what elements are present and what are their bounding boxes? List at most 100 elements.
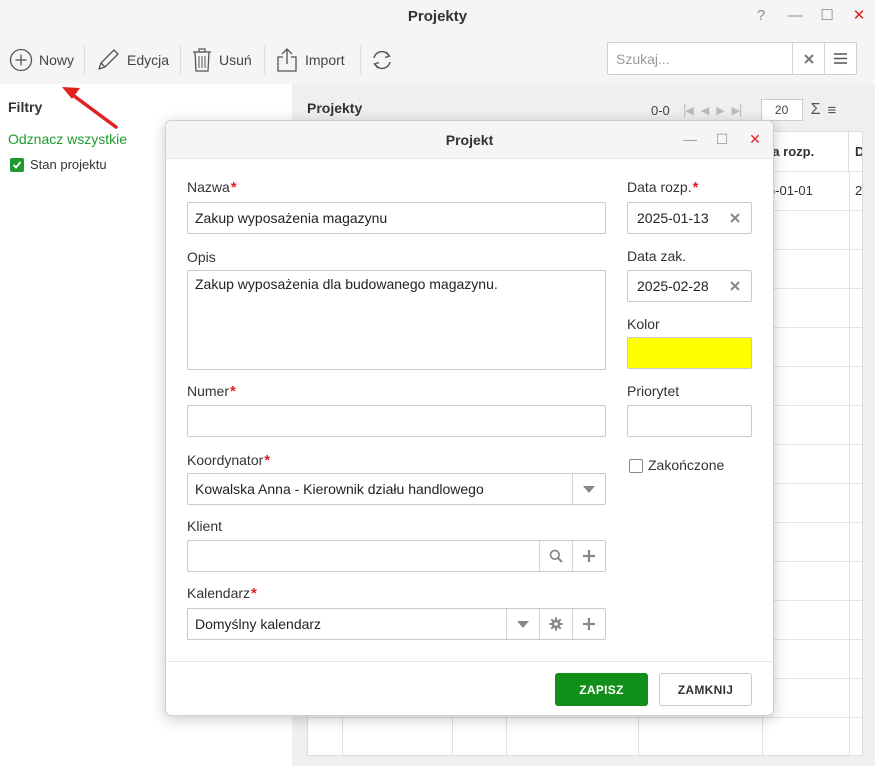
- close-icon: [729, 213, 740, 223]
- deselect-all-link[interactable]: Odznacz wszystkie: [8, 131, 127, 147]
- search-input[interactable]: [608, 43, 792, 74]
- client-add-button[interactable]: [572, 541, 605, 571]
- cell-start-date[interactable]: 5-01-01: [762, 171, 849, 210]
- required-asterisk: *: [230, 179, 237, 196]
- field-label-text: Kalendarz: [187, 585, 251, 601]
- field-label-start-date: Data rozp.*: [627, 179, 698, 196]
- required-asterisk: *: [230, 383, 236, 400]
- name-field-value: Zakup wyposażenia magazynu: [195, 210, 388, 226]
- name-field[interactable]: Zakup wyposażenia magazynu: [187, 202, 606, 234]
- start-date-field[interactable]: 2025-01-13: [627, 202, 752, 234]
- priority-field[interactable]: [627, 405, 752, 437]
- import-button-label: Import: [305, 52, 345, 68]
- end-date-value: 2025-02-28: [637, 278, 709, 294]
- close-window-icon[interactable]: ✕: [848, 5, 870, 27]
- required-asterisk: *: [251, 585, 257, 602]
- chevron-down-icon: [583, 485, 595, 493]
- clear-search-button[interactable]: [792, 43, 824, 74]
- toolbar-separator: [84, 46, 85, 74]
- end-date-field[interactable]: 2025-02-28: [627, 270, 752, 302]
- field-label-text: Numer: [187, 383, 230, 399]
- first-page-icon[interactable]: ▕◀: [677, 104, 694, 117]
- coordinator-select-value: Kowalska Anna - Kierownik działu handlow…: [195, 481, 484, 497]
- field-label-text: Koordynator: [187, 452, 264, 468]
- next-page-icon[interactable]: ▶: [716, 104, 724, 117]
- prev-page-icon[interactable]: ◀: [701, 104, 709, 117]
- field-label-name: Nazwa*: [187, 179, 237, 196]
- column-header-start-date[interactable]: ta rozp.: [762, 132, 849, 171]
- upload-icon: [277, 48, 297, 72]
- new-button-label: Nowy: [39, 52, 75, 68]
- trash-icon: [193, 48, 211, 72]
- description-field[interactable]: Zakup wyposażenia dla budowanego magazyn…: [187, 270, 606, 370]
- toolbar-separator: [360, 46, 361, 74]
- sum-icon[interactable]: Σ: [811, 101, 821, 119]
- toolbar-separator: [264, 46, 265, 74]
- delete-button[interactable]: Usuń: [191, 44, 252, 76]
- calendar-add-button[interactable]: [572, 609, 605, 639]
- field-label-end-date: Data zak.: [627, 248, 687, 264]
- coordinator-dropdown-button[interactable]: [572, 474, 605, 504]
- maximize-icon[interactable]: ☐: [816, 5, 838, 27]
- color-picker[interactable]: [627, 337, 752, 369]
- field-label-text: Nazwa: [187, 179, 230, 195]
- field-label-description: Opis: [187, 249, 216, 265]
- window-title: Projekty: [407, 8, 468, 25]
- column-header-end-date[interactable]: Da: [849, 132, 862, 171]
- edit-button[interactable]: Edycja: [95, 44, 169, 76]
- filter-item-label: Stan projektu: [30, 157, 107, 172]
- pager-range: 0-0: [651, 102, 670, 118]
- required-asterisk: *: [264, 452, 271, 469]
- client-search-button[interactable]: [539, 541, 572, 571]
- cell-end-date[interactable]: 2025: [849, 171, 862, 210]
- calendar-settings-button[interactable]: [539, 609, 572, 639]
- page-size-input[interactable]: 20: [760, 99, 803, 121]
- coordinator-select[interactable]: Kowalska Anna - Kierownik działu handlow…: [187, 473, 606, 505]
- calendar-select[interactable]: Domyślny kalendarz: [187, 608, 606, 640]
- window-titlebar: Projekty ? — ☐ ✕: [0, 0, 875, 36]
- plus-icon: [583, 550, 595, 562]
- refresh-button[interactable]: [370, 44, 394, 76]
- field-label-number: Numer*: [187, 383, 236, 400]
- help-icon[interactable]: ?: [750, 5, 772, 27]
- number-field[interactable]: [187, 405, 606, 437]
- start-date-value: 2025-01-13: [637, 210, 709, 226]
- client-field[interactable]: [187, 540, 606, 572]
- completed-checkbox-label[interactable]: Zakończone: [648, 457, 724, 473]
- checkbox-checked[interactable]: [10, 157, 24, 172]
- minimize-icon[interactable]: —: [784, 5, 806, 27]
- filter-item[interactable]: Stan projektu: [10, 157, 107, 172]
- close-button[interactable]: ZAMKNIJ: [659, 673, 752, 706]
- clear-start-date-button[interactable]: [718, 203, 751, 233]
- close-icon: [729, 281, 740, 291]
- dialog-footer: ZAPISZ ZAMKNIJ: [166, 661, 773, 715]
- field-label-calendar: Kalendarz*: [187, 585, 257, 602]
- check-icon: [12, 160, 22, 169]
- dialog-minimize-icon[interactable]: —: [680, 129, 700, 149]
- required-asterisk: *: [692, 179, 699, 196]
- toolbar-separator: [180, 46, 181, 74]
- projects-list-title: Projekty: [307, 100, 363, 116]
- field-label-color: Kolor: [627, 316, 660, 332]
- last-page-icon[interactable]: ▶▏: [732, 104, 749, 117]
- edit-button-label: Edycja: [127, 52, 170, 68]
- save-button[interactable]: ZAPISZ: [555, 673, 648, 706]
- close-icon: [803, 53, 814, 64]
- clear-end-date-button[interactable]: [718, 271, 751, 301]
- list-menu-icon[interactable]: ≡: [827, 102, 836, 119]
- field-label-coordinator: Koordynator*: [187, 452, 270, 469]
- import-button[interactable]: Import: [275, 44, 345, 76]
- dialog-close-icon[interactable]: ✕: [745, 129, 765, 149]
- filters-title: Filtry: [8, 99, 43, 115]
- calendar-dropdown-button[interactable]: [506, 609, 539, 639]
- delete-button-label: Usuń: [219, 52, 252, 68]
- search-box: [607, 42, 857, 75]
- new-button[interactable]: Nowy: [9, 44, 74, 76]
- chevron-down-icon: [517, 620, 529, 628]
- calendar-select-value: Domyślny kalendarz: [195, 616, 322, 632]
- search-menu-button[interactable]: [824, 43, 856, 74]
- completed-checkbox[interactable]: [629, 459, 643, 473]
- description-field-value: Zakup wyposażenia dla budowanego magazyn…: [195, 276, 498, 292]
- dialog-maximize-icon[interactable]: ☐: [712, 129, 732, 149]
- field-label-client: Klient: [187, 518, 223, 534]
